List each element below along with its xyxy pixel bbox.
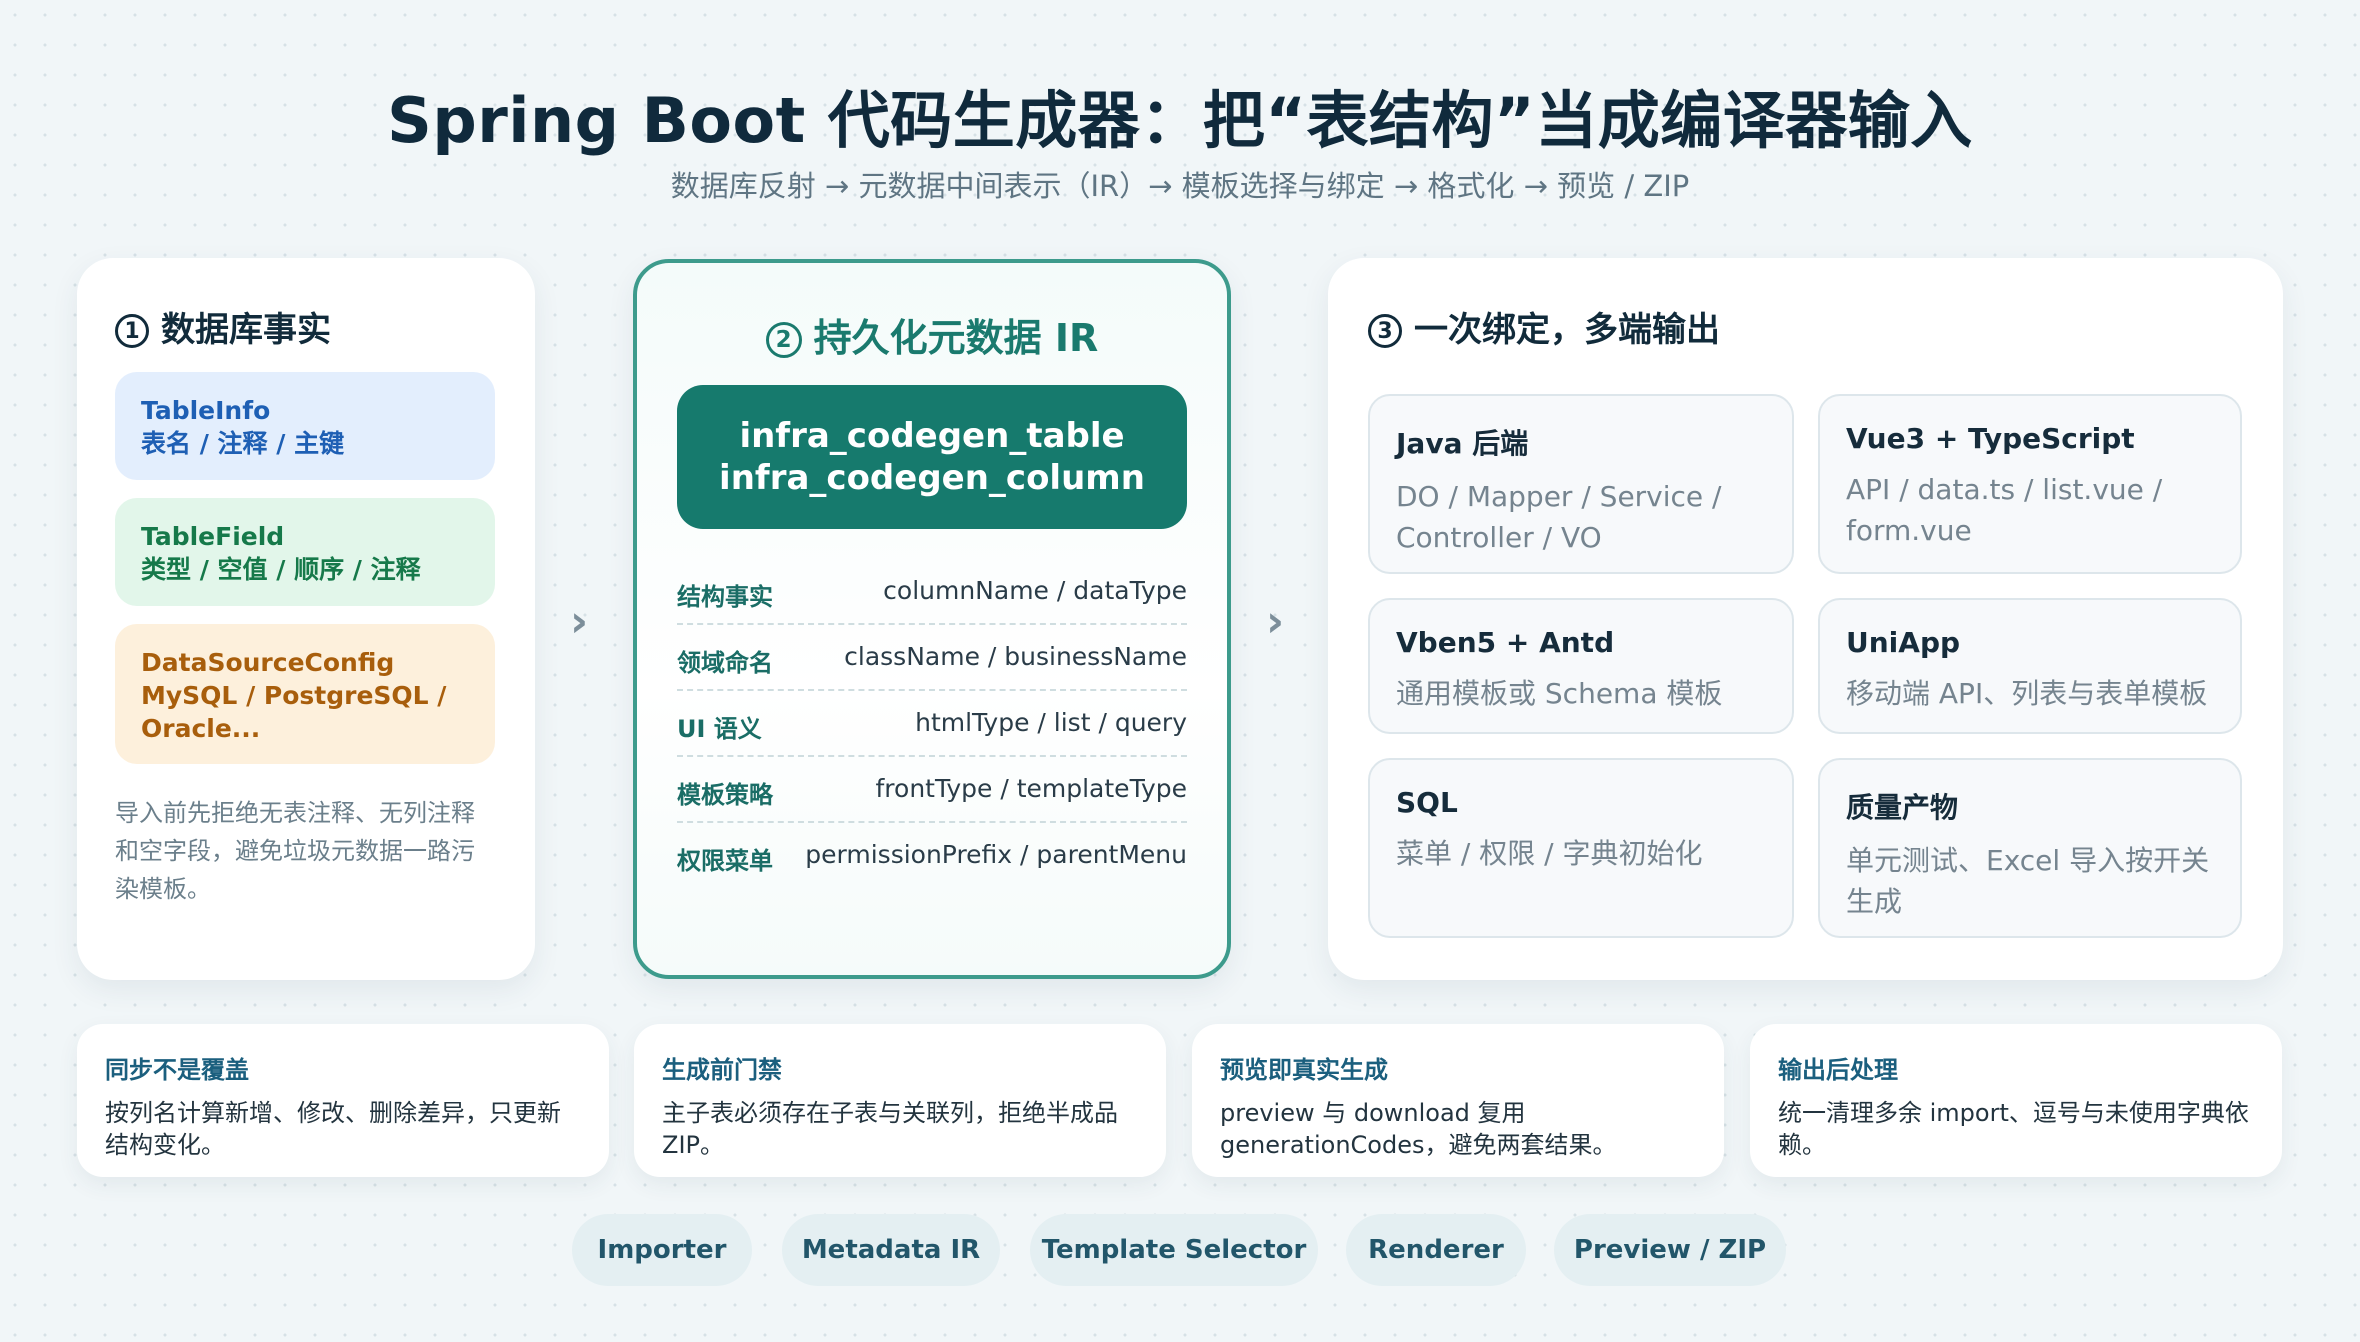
output-tile-uniapp: UniApp 移动端 API、列表与表单模板 (1818, 598, 2242, 734)
ir-row-value: frontType / templateType (875, 774, 1188, 803)
footer-card-desc: 按列名计算新增、修改、删除差异，只更新结构变化。 (105, 1099, 561, 1159)
ir-row: UI 语义 htmlType / list / query (677, 691, 1187, 757)
tile-title: UniApp (1846, 626, 1961, 659)
pipeline-chip-renderer: Renderer (1346, 1214, 1526, 1286)
output-tile-java: Java 后端 DO / Mapper / Service / Controll… (1368, 394, 1794, 574)
pipeline-chip-metadata-ir: Metadata IR (782, 1214, 1000, 1286)
step-number-badge: 3 (1368, 314, 1402, 348)
output-tile-vben5: Vben5 + Antd 通用模板或 Schema 模板 (1368, 598, 1794, 734)
section-title-text: 数据库事实 (161, 310, 331, 350)
pipeline-chip-preview-zip: Preview / ZIP (1554, 1214, 1786, 1286)
ir-row-value: columnName / dataType (883, 576, 1187, 605)
section-title-multi-output: 3 一次绑定，多端输出 (1368, 302, 1720, 351)
tile-desc: DO / Mapper / Service / Controller / VO (1396, 480, 1722, 554)
tile-title: 质量产物 (1846, 791, 1959, 824)
ir-row-value: htmlType / list / query (915, 708, 1187, 737)
tile-desc: 单元测试、Excel 导入按开关生成 (1846, 844, 2210, 918)
footer-card-postprocess: 输出后处理 统一清理多余 import、逗号与未使用字典依赖。 (1750, 1024, 2282, 1177)
tableinfo-pill: TableInfo 表名 / 注释 / 主键 (115, 372, 495, 480)
pill-desc: MySQL / PostgreSQL / (141, 681, 447, 710)
import-validation-note: 导入前先拒绝无表注释、无列注释和空字段，避免垃圾元数据一路污染模板。 (115, 799, 475, 903)
step-number-badge: 2 (765, 322, 802, 358)
footer-card-gate: 生成前门禁 主子表必须存在子表与关联列，拒绝半成品 ZIP。 (634, 1024, 1166, 1177)
pipeline-chip-importer: Importer (572, 1214, 752, 1286)
footer-card-desc: preview 与 download 复用 generationCodes，避免… (1220, 1099, 1617, 1159)
banner-table-name: infra_codegen_table (739, 416, 1125, 456)
page-title: Spring Boot 代码生成器：把“表结构”当成编译器输入 (387, 84, 1973, 157)
ir-row-value: permissionPrefix / parentMenu (805, 840, 1187, 869)
ir-row-key: 权限菜单 (677, 847, 773, 875)
pipeline-chip-template-selector: Template Selector (1030, 1214, 1318, 1286)
tile-desc: 通用模板或 Schema 模板 (1396, 677, 1723, 710)
chevron-right-icon: › (1266, 596, 1285, 647)
ir-row-key: 结构事实 (677, 583, 773, 611)
ir-row-key: 模板策略 (677, 781, 773, 809)
footer-card-title: 输出后处理 (1778, 1056, 1898, 1084)
footer-card-sync: 同步不是覆盖 按列名计算新增、修改、删除差异，只更新结构变化。 (77, 1024, 609, 1177)
section-title-database-facts: 1 数据库事实 (115, 302, 331, 351)
footer-card-preview: 预览即真实生成 preview 与 download 复用 generation… (1192, 1024, 1724, 1177)
footer-card-title: 生成前门禁 (662, 1056, 782, 1084)
output-tile-vue3: Vue3 + TypeScript API / data.ts / list.v… (1818, 394, 2242, 574)
step-number-badge: 1 (115, 314, 149, 348)
footer-card-desc: 主子表必须存在子表与关联列，拒绝半成品 ZIP。 (662, 1099, 1118, 1159)
tile-title: Java 后端 (1396, 427, 1529, 460)
banner-column-name: infra_codegen_column (719, 458, 1145, 498)
footer-card-title: 同步不是覆盖 (105, 1056, 249, 1084)
section-title-text: 一次绑定，多端输出 (1414, 310, 1720, 350)
ir-row: 结构事实 columnName / dataType (677, 559, 1187, 625)
footer-card-title: 预览即真实生成 (1220, 1056, 1388, 1084)
pill-desc: 表名 / 注释 / 主键 (141, 429, 345, 458)
pill-title: DataSourceConfig (141, 648, 395, 677)
ir-row: 领域命名 className / businessName (677, 625, 1187, 691)
metadata-ir-card: 2 持久化元数据 IR infra_codegen_table infra_cod… (633, 259, 1231, 979)
tile-desc: API / data.ts / list.vue / form.vue (1846, 473, 2163, 547)
tile-desc: 菜单 / 权限 / 字典初始化 (1396, 837, 1703, 870)
output-tile-sql: SQL 菜单 / 权限 / 字典初始化 (1368, 758, 1794, 938)
footer-card-desc: 统一清理多余 import、逗号与未使用字典依赖。 (1778, 1099, 2249, 1159)
ir-row-key: 领域命名 (677, 649, 773, 677)
ir-row-value: className / businessName (844, 642, 1187, 671)
page-subtitle: 数据库反射 → 元数据中间表示（IR）→ 模板选择与绑定 → 格式化 → 预览 … (670, 169, 1690, 203)
pill-desc-cont: Oracle... (141, 714, 261, 743)
pill-title: TableField (141, 522, 285, 551)
pill-title: TableInfo (141, 396, 271, 425)
database-facts-card: 1 数据库事实 TableInfo 表名 / 注释 / 主键 TableField… (77, 258, 535, 980)
ir-row: 权限菜单 permissionPrefix / parentMenu (677, 823, 1187, 889)
tile-title: Vben5 + Antd (1396, 626, 1615, 659)
output-tile-quality: 质量产物 单元测试、Excel 导入按开关生成 (1818, 758, 2242, 938)
pill-desc: 类型 / 空值 / 顺序 / 注释 (141, 555, 421, 584)
section-title-text: 持久化元数据 IR (813, 316, 1099, 360)
datasourceconfig-pill: DataSourceConfig MySQL / PostgreSQL / Or… (115, 624, 495, 764)
ir-row: 模板策略 frontType / templateType (677, 757, 1187, 823)
chevron-right-icon: › (570, 596, 589, 647)
tile-title: SQL (1396, 786, 1458, 819)
tablefield-pill: TableField 类型 / 空值 / 顺序 / 注释 (115, 498, 495, 606)
section-title-metadata-ir: 2 持久化元数据 IR (637, 307, 1227, 362)
codegen-tables-banner: infra_codegen_table infra_codegen_column (677, 385, 1187, 529)
tile-desc: 移动端 API、列表与表单模板 (1846, 677, 2208, 710)
tile-title: Vue3 + TypeScript (1846, 422, 2135, 455)
multi-output-card: 3 一次绑定，多端输出 Java 后端 DO / Mapper / Service… (1328, 258, 2283, 980)
ir-row-key: UI 语义 (677, 715, 762, 743)
